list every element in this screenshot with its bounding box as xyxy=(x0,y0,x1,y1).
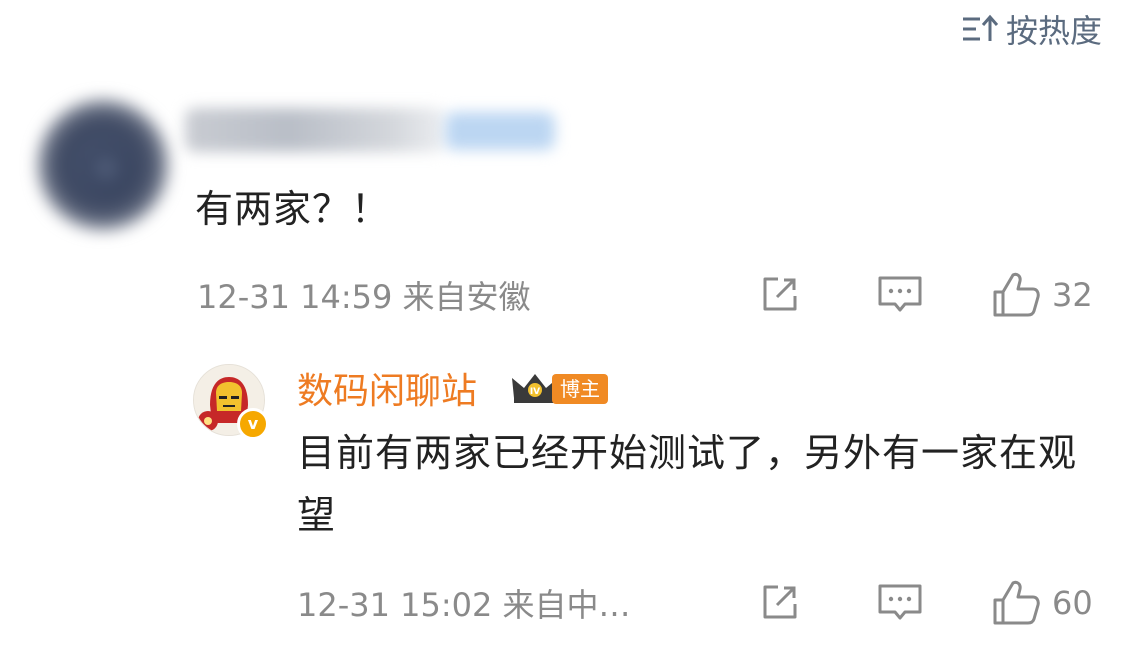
sort-label: 按热度 xyxy=(1005,12,1102,50)
share-icon xyxy=(756,270,804,318)
like-count: 60 xyxy=(1052,584,1093,622)
avatar[interactable]: v xyxy=(193,364,269,440)
reply-button[interactable] xyxy=(874,270,926,318)
comment-time-location: 12-31 14:59 来自安徽 xyxy=(197,278,531,316)
reply-button[interactable] xyxy=(874,578,926,626)
comment-icon xyxy=(874,578,926,626)
share-button[interactable] xyxy=(756,578,804,626)
like-button[interactable]: 32 xyxy=(990,270,1093,320)
comment-author-name[interactable] xyxy=(185,108,445,152)
sort-by-hot-toggle[interactable]: 按热度 xyxy=(960,6,1102,52)
role-badge: 博主 xyxy=(552,374,608,404)
author-badge xyxy=(445,112,555,150)
share-icon xyxy=(756,578,804,626)
comment-text: 有两家？！ xyxy=(195,187,391,231)
like-icon xyxy=(990,578,1042,628)
share-button[interactable] xyxy=(756,270,804,318)
svg-text:IV: IV xyxy=(530,387,540,397)
like-button[interactable]: 60 xyxy=(990,578,1093,628)
sort-icon xyxy=(960,11,1000,47)
like-count: 32 xyxy=(1052,276,1093,314)
reply-meta: 12-31 15:02 来自中… 60 xyxy=(0,578,1132,628)
comment-icon xyxy=(874,270,926,318)
reply-time-location: 12-31 15:02 来自中… xyxy=(297,586,631,624)
reply-author-name[interactable]: 数码闲聊站 xyxy=(297,362,477,414)
avatar[interactable] xyxy=(38,100,168,230)
verified-badge-icon: v xyxy=(237,408,269,440)
reply-text: 目前有两家已经开始测试了，另外有一家在观望 xyxy=(297,431,1078,537)
comment-meta: 12-31 14:59 来自安徽 32 xyxy=(0,270,1132,320)
like-icon xyxy=(990,270,1042,320)
